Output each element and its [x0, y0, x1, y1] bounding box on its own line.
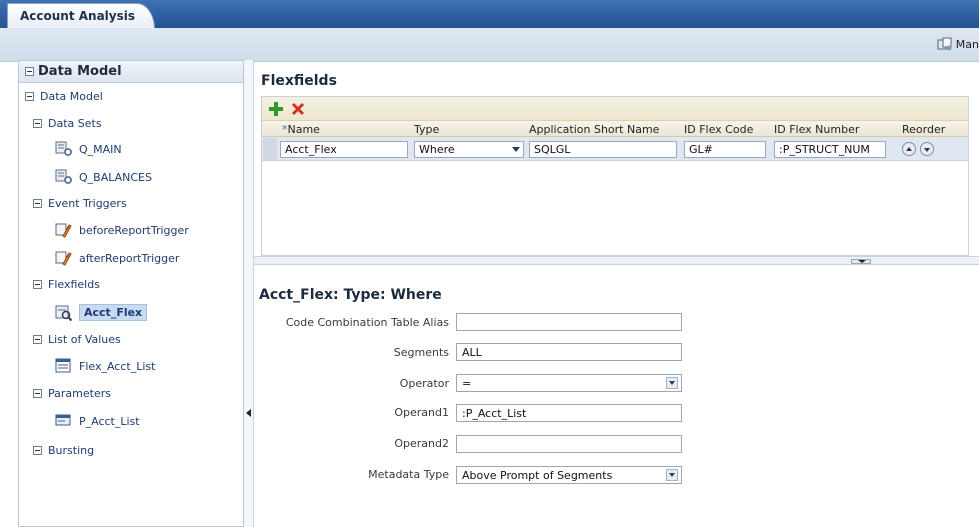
trigger-icon: [55, 222, 73, 238]
tree-item-p-acct-list[interactable]: P_Acct_List: [55, 413, 140, 429]
name-input[interactable]: Acct_Flex: [280, 141, 408, 158]
collapse-icon[interactable]: [33, 335, 42, 344]
splitter-grip-icon[interactable]: [851, 259, 871, 264]
segments-input[interactable]: ALL: [456, 343, 682, 361]
operand2-input[interactable]: [456, 435, 682, 453]
col-id-flex-code-header[interactable]: ID Flex Code: [684, 123, 753, 136]
metadata-type-value: Above Prompt of Segments: [462, 469, 613, 482]
manage-label: Man: [955, 37, 979, 51]
collapse-icon[interactable]: [33, 446, 42, 455]
panel-header: Data Model: [19, 61, 243, 83]
operator-select[interactable]: =: [456, 374, 682, 392]
col-reorder-header[interactable]: Reorder: [902, 123, 945, 136]
type-value: Where: [419, 143, 455, 156]
horizontal-splitter[interactable]: [254, 256, 979, 265]
tree-section-flexfields[interactable]: Flexfields: [33, 278, 100, 291]
delete-icon[interactable]: [290, 101, 306, 117]
tree-section-bursting[interactable]: Bursting: [33, 444, 94, 457]
operator-label: Operator: [399, 377, 449, 390]
tab-label: Account Analysis: [20, 9, 136, 23]
id-flex-code-input[interactable]: GL#: [684, 141, 766, 158]
tree-item-q-balances[interactable]: Q_BALANCES: [55, 169, 152, 185]
move-down-icon[interactable]: [920, 142, 934, 156]
manage-icon: [937, 37, 953, 51]
tree-label: Data Model: [40, 90, 103, 103]
segments-label: Segments: [393, 346, 449, 359]
col-name-header[interactable]: *Name: [282, 123, 320, 136]
detail-title: Acct_Flex: Type: Where: [259, 287, 442, 303]
operator-value: =: [462, 377, 472, 390]
tree-label: List of Values: [48, 333, 121, 346]
tree-label: Bursting: [48, 444, 95, 457]
operand2-label: Operand2: [394, 437, 449, 450]
tree-root-data-model[interactable]: Data Model: [25, 90, 103, 103]
collapse-icon[interactable]: [33, 389, 42, 398]
manage-button[interactable]: Man: [937, 37, 979, 51]
alias-input[interactable]: [456, 313, 682, 331]
chevron-down-icon[interactable]: [666, 377, 678, 389]
tree-section-event-triggers[interactable]: Event Triggers: [33, 197, 127, 210]
tree-label: Parameters: [48, 387, 111, 400]
flexfields-table: *Name Type Application Short Name ID Fle…: [261, 96, 969, 256]
row-handle[interactable]: [263, 138, 277, 160]
data-model-panel: Data Model Data Model Data Sets Q_MAIN Q…: [18, 60, 244, 527]
tree-item-after-trigger[interactable]: afterReportTrigger: [55, 250, 179, 266]
tree-section-parameters[interactable]: Parameters: [33, 387, 111, 400]
tree-label-selected: Acct_Flex: [79, 304, 148, 321]
tree-label: Q_MAIN: [79, 142, 122, 156]
collapse-icon[interactable]: [25, 92, 34, 101]
flexfields-toolbar: [262, 97, 968, 121]
dataset-icon: [55, 169, 73, 185]
type-select[interactable]: Where: [414, 141, 524, 158]
tree-section-list-of-values[interactable]: List of Values: [33, 333, 121, 346]
collapse-icon[interactable]: [33, 199, 42, 208]
move-up-icon[interactable]: [902, 142, 916, 156]
col-id-flex-number-header[interactable]: ID Flex Number: [774, 123, 859, 136]
list-of-values-icon: [55, 358, 73, 374]
chevron-down-icon[interactable]: [666, 469, 678, 481]
tree-label: P_Acct_List: [79, 414, 140, 428]
table-row[interactable]: Acct_Flex Where SQLGL GL# :P_STRUCT_NUM: [262, 137, 968, 161]
panel-title: Data Model: [38, 64, 122, 79]
tree-item-before-trigger[interactable]: beforeReportTrigger: [55, 222, 189, 238]
vertical-splitter[interactable]: [244, 60, 254, 527]
operand1-input[interactable]: :P_Acct_List: [456, 404, 682, 422]
tree-label: afterReportTrigger: [79, 251, 180, 265]
chevron-down-icon[interactable]: [510, 144, 521, 155]
app-short-name-input[interactable]: SQLGL: [529, 141, 677, 158]
tree-label: beforeReportTrigger: [79, 223, 189, 237]
metadata-type-label: Metadata Type: [368, 468, 449, 481]
col-app-short-name-header[interactable]: Application Short Name: [529, 123, 659, 136]
col-type-header[interactable]: Type: [414, 123, 439, 136]
collapse-toggle-icon[interactable]: [25, 67, 34, 76]
operand1-label: Operand1: [394, 406, 449, 419]
tree-label: Event Triggers: [48, 197, 127, 210]
toolbar: Man: [0, 28, 979, 62]
trigger-icon: [55, 250, 73, 266]
table-header-row: *Name Type Application Short Name ID Fle…: [262, 121, 968, 137]
tree-label: Flex_Acct_List: [79, 359, 156, 373]
tree-label: Q_BALANCES: [79, 170, 152, 184]
tree-label: Flexfields: [48, 278, 100, 291]
tree-item-flex-acct-list[interactable]: Flex_Acct_List: [55, 358, 155, 374]
add-icon[interactable]: [268, 101, 284, 117]
tree-label: Data Sets: [48, 117, 102, 130]
flexfield-icon: [55, 305, 73, 321]
tree-item-q-main[interactable]: Q_MAIN: [55, 141, 122, 157]
alias-label: Code Combination Table Alias: [285, 316, 449, 329]
parameter-icon: [55, 413, 73, 429]
tree-section-data-sets[interactable]: Data Sets: [33, 117, 102, 130]
tab-account-analysis[interactable]: Account Analysis: [7, 3, 155, 29]
collapse-icon[interactable]: [33, 280, 42, 289]
collapse-icon[interactable]: [33, 119, 42, 128]
tree-item-acct-flex[interactable]: Acct_Flex: [55, 304, 148, 321]
flexfields-title: Flexfields: [261, 73, 337, 89]
id-flex-number-input[interactable]: :P_STRUCT_NUM: [774, 141, 886, 158]
dataset-icon: [55, 141, 73, 157]
metadata-type-select[interactable]: Above Prompt of Segments: [456, 466, 682, 484]
app-tab-strip: Account Analysis: [0, 0, 979, 29]
